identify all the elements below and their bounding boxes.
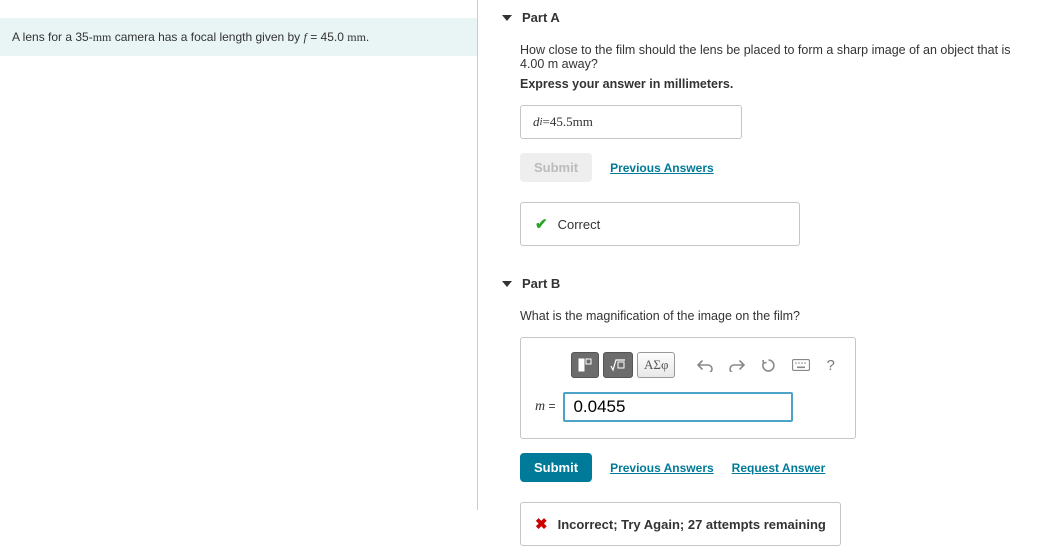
part-b-header[interactable]: Part B (502, 270, 1038, 309)
part-b-title: Part B (522, 276, 560, 291)
problem-text-3: . (366, 30, 369, 44)
radical-icon (610, 358, 626, 372)
problem-unit-1: mm (93, 30, 112, 44)
part-a-header[interactable]: Part A (502, 4, 1038, 43)
magnification-input[interactable] (563, 392, 793, 422)
part-a-feedback: ✔ Correct (520, 202, 800, 246)
problem-text-2: camera has a focal length given by (111, 30, 303, 44)
feedback-text: Correct (558, 217, 601, 232)
redo-icon (729, 358, 745, 372)
radical-tool-button[interactable] (603, 352, 633, 378)
part-b-section: Part B What is the magnification of the … (502, 270, 1038, 546)
equation-toolbar: ΑΣφ ? (571, 352, 841, 378)
answer-panel: Part A How close to the film should the … (478, 0, 1062, 510)
reset-icon (761, 358, 776, 373)
undo-icon (697, 358, 713, 372)
feedback-text: Incorrect; Try Again; 27 attempts remain… (558, 517, 826, 532)
check-icon: ✔ (535, 215, 548, 233)
part-a-title: Part A (522, 10, 560, 25)
previous-answers-link[interactable]: Previous Answers (610, 161, 714, 175)
chevron-down-icon[interactable] (502, 281, 512, 287)
part-a-answer-readout: di = 45.5 mm (520, 105, 742, 139)
problem-eq: = 45.0 (307, 30, 347, 44)
answer-eq: = (543, 114, 550, 130)
help-button[interactable]: ? (820, 352, 840, 378)
template-tool-button[interactable] (571, 352, 599, 378)
keyboard-icon (792, 359, 810, 371)
answer-var: m (535, 399, 545, 414)
part-b-feedback: ✖ Incorrect; Try Again; 27 attempts rema… (520, 502, 841, 546)
answer-unit: mm (573, 114, 593, 130)
problem-panel: A lens for a 35-mm camera has a focal le… (0, 0, 478, 510)
reset-button[interactable] (755, 352, 782, 378)
greek-tool-button[interactable]: ΑΣφ (637, 352, 675, 378)
submit-button[interactable]: Submit (520, 453, 592, 482)
answer-value: 45.5 (550, 114, 573, 130)
template-icon (578, 358, 592, 372)
undo-button[interactable] (691, 352, 719, 378)
previous-answers-link[interactable]: Previous Answers (610, 461, 714, 475)
keyboard-button[interactable] (786, 352, 816, 378)
answer-input-container: ΑΣφ ? (520, 337, 856, 439)
part-a-question: How close to the film should the lens be… (520, 43, 1038, 71)
x-icon: ✖ (535, 515, 548, 533)
part-a-instruction: Express your answer in millimeters. (520, 77, 1038, 91)
chevron-down-icon[interactable] (502, 15, 512, 21)
submit-button: Submit (520, 153, 592, 182)
problem-statement: A lens for a 35-mm camera has a focal le… (0, 18, 477, 56)
answer-eq: = (545, 399, 555, 413)
problem-unit-2: mm (347, 30, 366, 44)
part-b-question: What is the magnification of the image o… (520, 309, 1038, 323)
problem-text-1: A lens for a 35- (12, 30, 93, 44)
request-answer-link[interactable]: Request Answer (732, 461, 826, 475)
part-a-section: Part A How close to the film should the … (502, 4, 1038, 246)
redo-button[interactable] (723, 352, 751, 378)
